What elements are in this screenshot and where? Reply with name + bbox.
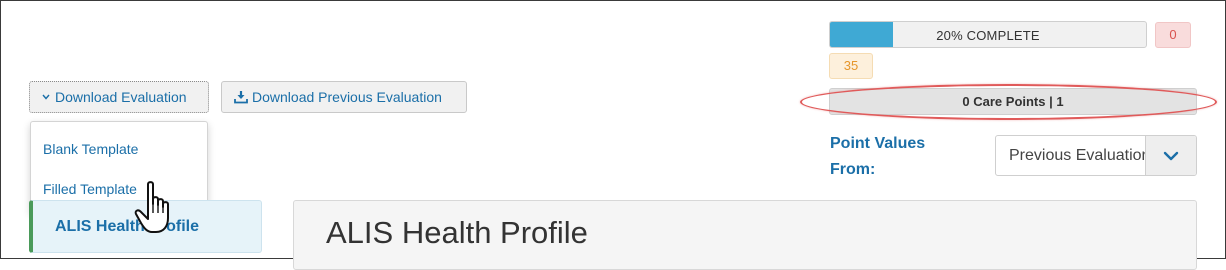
- select-toggle-button[interactable]: [1145, 136, 1196, 175]
- menu-item-filled-template[interactable]: Filled Template: [43, 181, 137, 197]
- download-evaluation-label: Download Evaluation: [55, 89, 187, 105]
- download-icon: [234, 91, 248, 104]
- count-badge-orange: 35: [829, 53, 873, 79]
- point-values-label-line2: From:: [830, 161, 876, 178]
- progress-label: 20% COMPLETE: [936, 28, 1040, 43]
- progress-bar: 20% COMPLETE: [829, 21, 1147, 48]
- download-evaluation-button[interactable]: Download Evaluation: [29, 81, 209, 113]
- point-values-label: Point Values From:: [830, 131, 980, 183]
- hand-pointer-cursor-icon: [134, 181, 169, 233]
- point-values-select[interactable]: Previous Evaluation: [995, 135, 1197, 176]
- chevron-down-icon: [42, 92, 50, 102]
- count-badge-red: 0: [1155, 22, 1191, 48]
- main-panel: ALIS Health Profile: [293, 200, 1197, 270]
- point-values-selected: Previous Evaluation: [1009, 147, 1151, 164]
- page-title: ALIS Health Profile: [326, 215, 588, 250]
- download-previous-evaluation-label: Download Previous Evaluation: [252, 89, 442, 105]
- point-values-label-line1: Point Values: [830, 135, 926, 152]
- menu-item-blank-template[interactable]: Blank Template: [43, 141, 138, 157]
- annotation-highlight-ellipse: [800, 84, 1217, 120]
- download-previous-evaluation-button[interactable]: Download Previous Evaluation: [221, 81, 467, 113]
- chevron-down-icon: [1163, 151, 1179, 160]
